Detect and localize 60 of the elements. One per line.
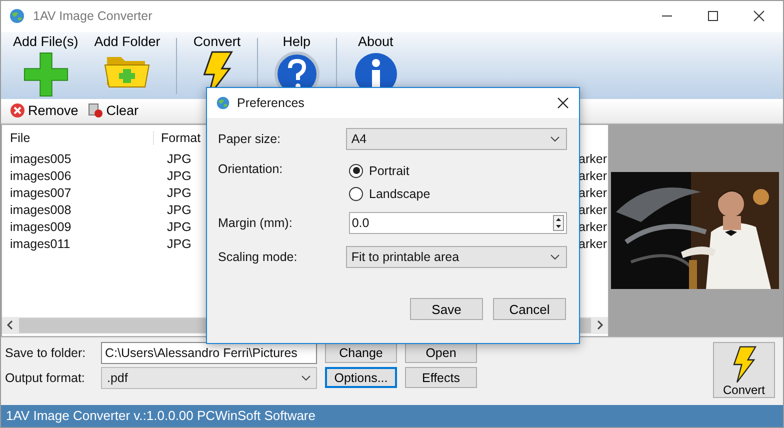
save-folder-label: Save to folder: xyxy=(5,346,87,360)
radio-button[interactable]: Portrait xyxy=(349,162,430,179)
action-button[interactable]: Open xyxy=(405,342,477,364)
close-icon[interactable] xyxy=(753,10,765,22)
maximize-icon[interactable] xyxy=(707,10,719,22)
dialog-button[interactable]: Save xyxy=(410,298,483,320)
chevron-down-icon xyxy=(550,254,560,260)
remove-button[interactable]: Remove xyxy=(7,103,82,118)
action-button[interactable]: Effects xyxy=(405,367,477,388)
margin-field[interactable]: 0.0 xyxy=(348,212,567,234)
output-format-label: Output format: xyxy=(5,370,86,385)
globe-icon xyxy=(216,96,230,110)
file-name: images009 xyxy=(9,220,72,234)
file-format: JPG xyxy=(166,237,192,252)
convert-button[interactable]: Convert xyxy=(713,342,775,398)
file-format: JPG xyxy=(166,152,192,166)
chevron-down-icon xyxy=(301,374,311,381)
scroll-left-icon[interactable] xyxy=(5,320,15,330)
file-format: JPG xyxy=(166,169,192,184)
scroll-right-icon[interactable] xyxy=(595,320,605,330)
spinner-icon[interactable] xyxy=(553,215,564,231)
table-cell: arker xyxy=(578,237,608,252)
table-cell: arker xyxy=(578,152,608,166)
field-label: Margin (mm): xyxy=(218,216,294,230)
clear-button[interactable]: Clear xyxy=(85,103,142,118)
table-cell: arker xyxy=(578,220,608,234)
file-format: JPG xyxy=(166,203,192,218)
field-label: Paper size: xyxy=(218,132,282,146)
convert-button[interactable]: Convert xyxy=(187,32,247,98)
dialog-button[interactable]: Cancel xyxy=(493,298,566,320)
table-cell: arker xyxy=(578,203,608,218)
close-icon[interactable] xyxy=(557,97,569,109)
globe-icon xyxy=(9,8,25,24)
field-label: Orientation: xyxy=(218,162,284,176)
table-cell: arker xyxy=(578,169,608,184)
file-name: images006 xyxy=(9,169,72,184)
table-cell: arker xyxy=(578,186,608,200)
file-format: JPG xyxy=(166,186,192,200)
file-name: images008 xyxy=(9,203,72,218)
field-label: Scaling mode: xyxy=(218,250,298,264)
window-title: 1AV Image Converter xyxy=(33,9,152,24)
action-button[interactable]: Options... xyxy=(325,367,397,388)
folder-button[interactable]: Add Folder xyxy=(88,32,166,98)
column-header[interactable]: File xyxy=(2,130,154,145)
radio-button[interactable]: Landscape xyxy=(349,185,430,202)
file-name: images005 xyxy=(9,152,72,166)
plus-icon xyxy=(22,50,70,98)
add-button[interactable]: Add File(s) xyxy=(7,32,84,98)
dialog-title: Preferences xyxy=(237,96,304,110)
folder-field[interactable]: C:\Users\Alessandro Ferri\Pictures xyxy=(101,342,317,364)
file-name: images007 xyxy=(9,186,72,200)
paper-size-dropdown[interactable]: A4 xyxy=(346,128,567,150)
scaling-mode-dropdown[interactable]: Fit to printable area xyxy=(346,246,567,268)
action-button[interactable]: Change xyxy=(325,342,397,364)
chevron-down-icon xyxy=(550,136,560,142)
file-name: images011 xyxy=(9,237,72,252)
format-dropdown[interactable]: .pdf xyxy=(101,366,317,389)
status-bar: 1AV Image Converter v.:1.0.0.00 PCWinSoft Software xyxy=(1,405,783,427)
clear-icon xyxy=(88,103,104,118)
remove-icon xyxy=(10,103,25,118)
